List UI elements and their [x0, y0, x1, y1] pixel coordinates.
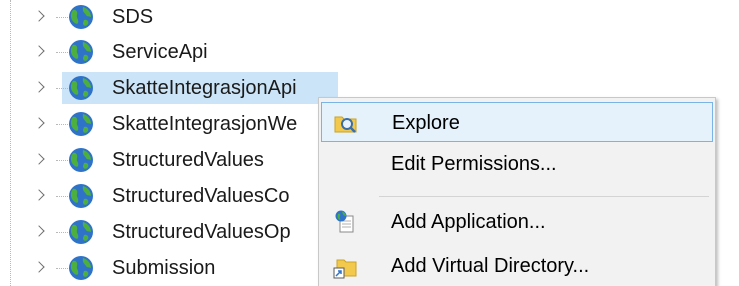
chevron-right-icon[interactable]	[33, 45, 45, 57]
menu-item-label: Explore	[392, 112, 460, 134]
tree-item-label: SkatteIntegrasjonWe	[112, 113, 298, 135]
globe-icon	[69, 148, 93, 172]
globe-icon	[69, 256, 93, 280]
tree-item-label: ServiceApi	[112, 41, 208, 63]
globe-icon	[69, 220, 93, 244]
tree-item-label: StructuredValuesOp	[112, 221, 291, 243]
chevron-right-icon[interactable]	[33, 117, 45, 129]
menu-item-add-virtual-directory[interactable]: Add Virtual Directory...	[321, 246, 713, 286]
globe-icon	[69, 40, 93, 64]
chevron-right-icon[interactable]	[33, 10, 45, 22]
chevron-right-icon[interactable]	[33, 189, 45, 201]
chevron-right-icon[interactable]	[33, 225, 45, 237]
chevron-right-icon[interactable]	[33, 81, 45, 93]
menu-item-edit-permissions[interactable]: Edit Permissions...	[321, 144, 713, 184]
menu-item-explore[interactable]: Explore	[321, 102, 713, 142]
add-virtual-directory-icon	[333, 259, 357, 279]
globe-icon	[69, 5, 93, 29]
menu-item-label: Add Virtual Directory...	[391, 255, 590, 277]
chevron-right-icon[interactable]	[33, 261, 45, 273]
menu-item-label: Add Application...	[391, 211, 546, 233]
globe-icon	[69, 184, 93, 208]
tree-item-sds[interactable]: SDS	[0, 0, 739, 35]
iis-manager-tree-view: SDS ServiceApi SkatteIntegrasjonApi Skat…	[0, 0, 739, 286]
menu-item-label: Edit Permissions...	[391, 153, 557, 175]
add-application-icon	[335, 210, 354, 233]
menu-item-add-application[interactable]: Add Application...	[321, 202, 713, 242]
globe-icon	[69, 112, 93, 136]
tree-item-label: StructuredValuesCo	[112, 185, 290, 207]
tree-item-label: SkatteIntegrasjonApi	[112, 77, 297, 99]
globe-icon	[69, 76, 93, 100]
tree-item-serviceapi[interactable]: ServiceApi	[0, 34, 739, 70]
chevron-right-icon[interactable]	[33, 153, 45, 165]
tree-item-label: StructuredValues	[112, 149, 264, 171]
folder-explore-icon	[334, 116, 357, 133]
tree-item-label: Submission	[112, 257, 216, 279]
context-menu: Explore Edit Permissions... Add Applicat…	[318, 97, 716, 286]
tree-item-label: SDS	[112, 6, 154, 28]
menu-separator	[379, 196, 709, 197]
